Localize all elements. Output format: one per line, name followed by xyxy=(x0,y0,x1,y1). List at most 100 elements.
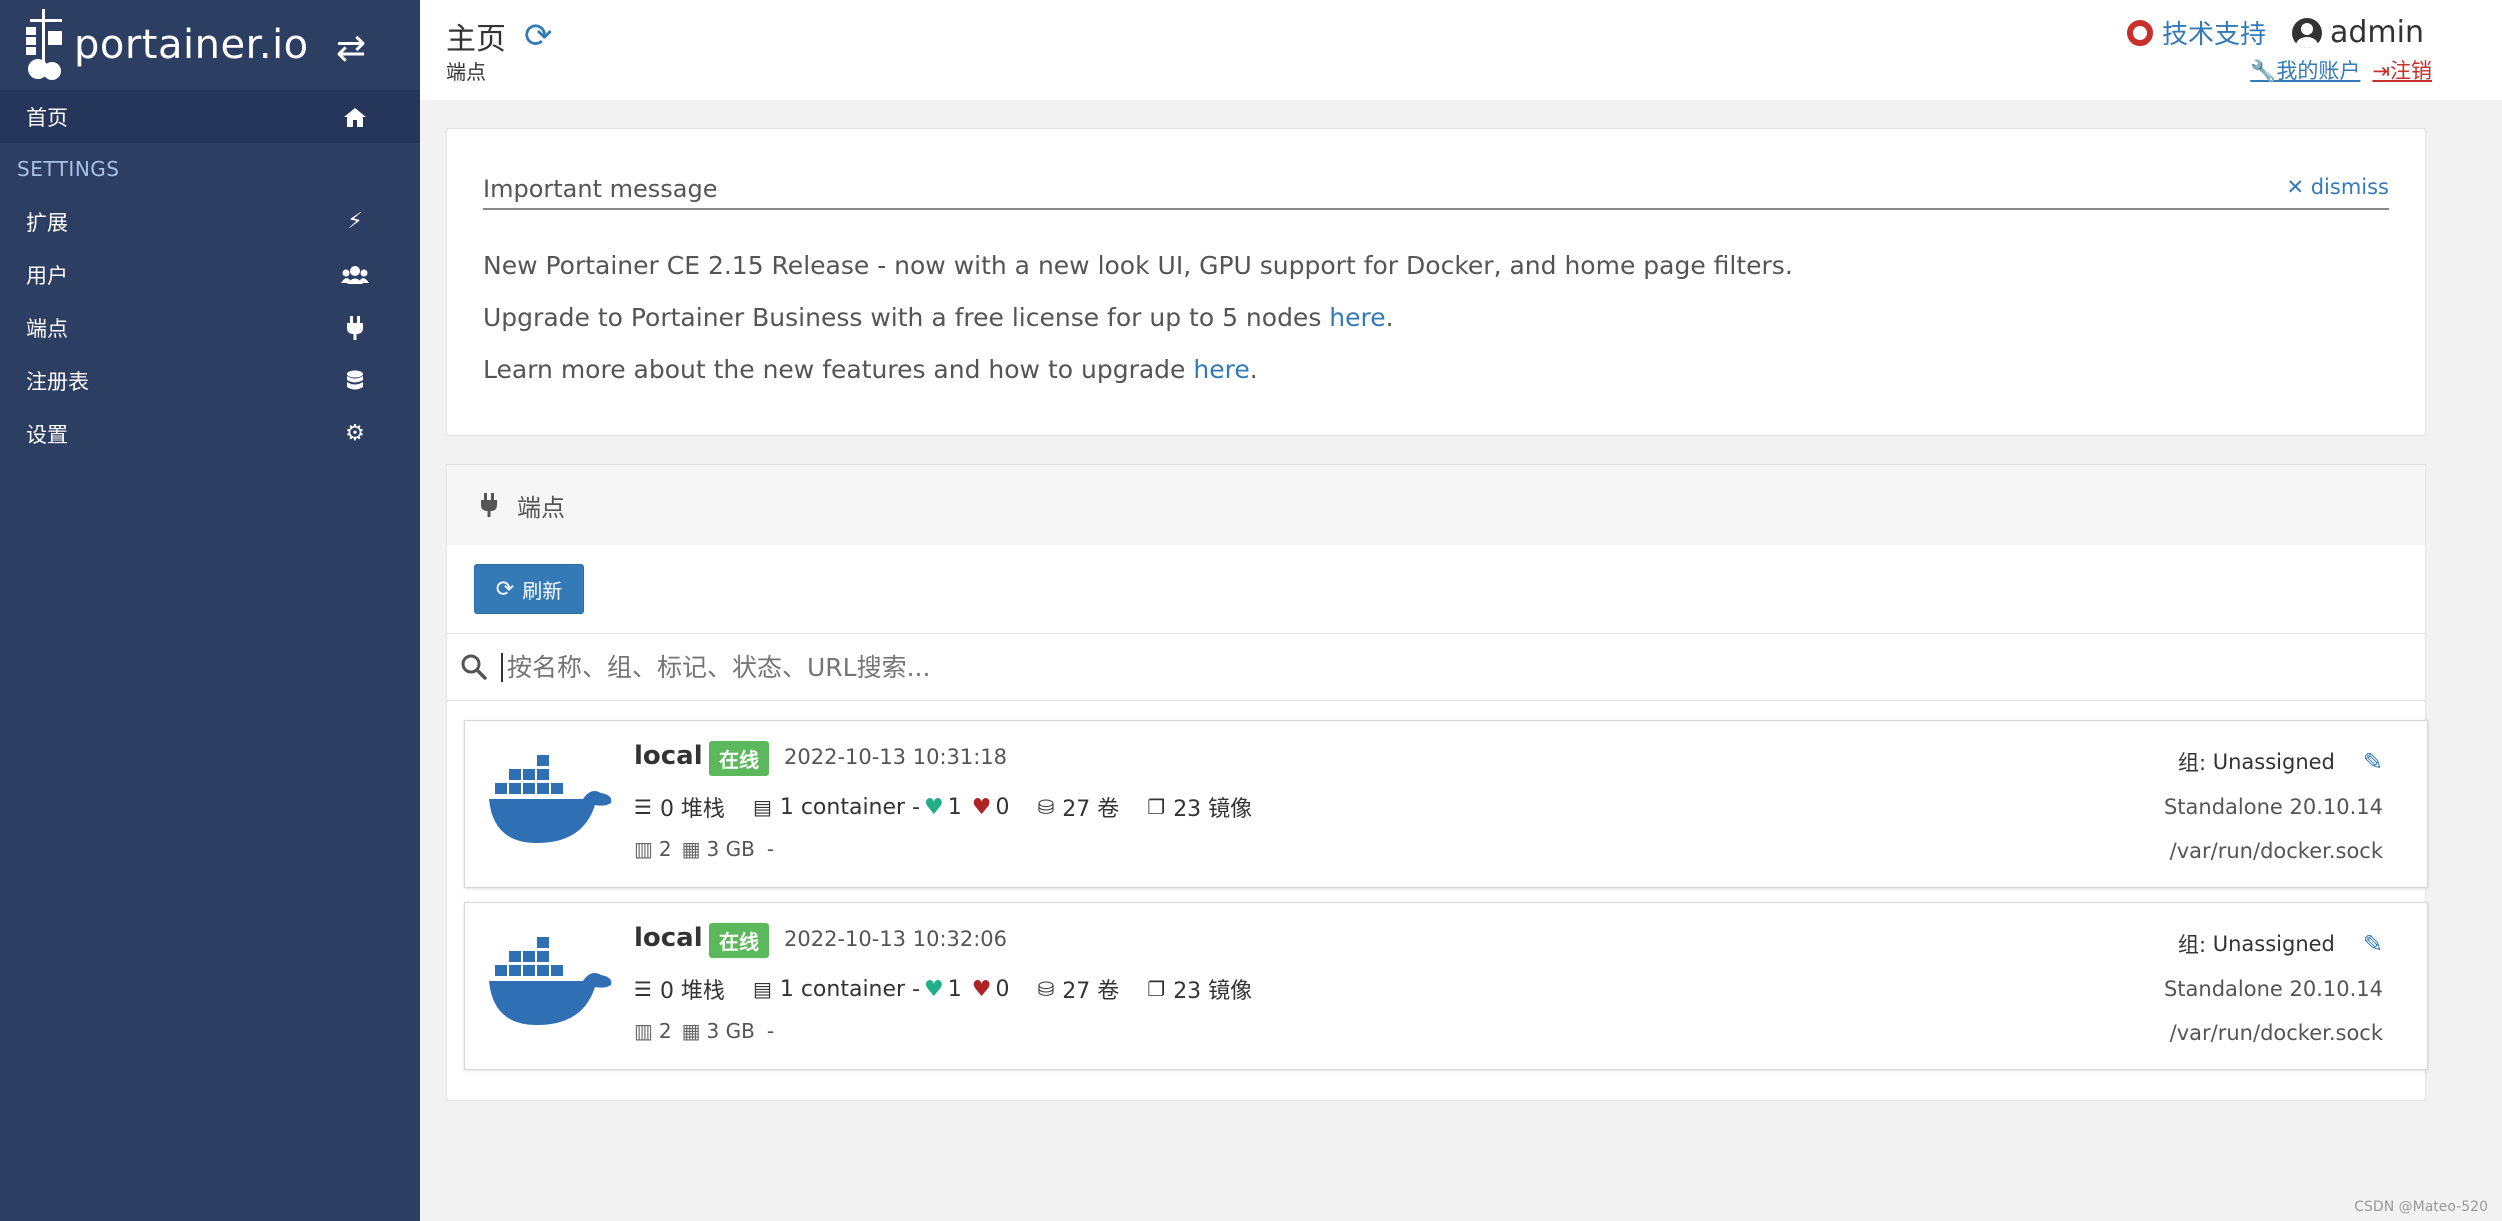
support-label: 技术支持 xyxy=(2161,20,2266,50)
plug-icon xyxy=(481,493,497,517)
brand-name[interactable]: portainer.io xyxy=(74,22,309,68)
healthy-count: 1 xyxy=(947,794,962,820)
memory-size: 3 GB xyxy=(706,837,755,861)
message-line: New Portainer CE 2.15 Release - now with… xyxy=(483,251,1793,280)
user-links: 🔧我的账户 ⇥注销 xyxy=(2250,55,2432,85)
period: . xyxy=(1385,303,1394,332)
main-content: Important message ✕ dismiss New Portaine… xyxy=(420,100,2502,1221)
sidebar: portainer.io ⇄ 首页 SETTINGS 扩展 ⚡ 用户 端点 注册… xyxy=(0,0,420,1221)
home-icon xyxy=(344,107,366,127)
unhealthy-count: 0 xyxy=(995,794,1010,820)
page-title-text: 主页 xyxy=(446,22,506,57)
heartbeat-icon: ♥ xyxy=(924,976,944,1002)
group-name: Unassigned xyxy=(2212,932,2335,956)
logout-label: 注销 xyxy=(2390,59,2432,83)
sidebar-item-home[interactable]: 首页 xyxy=(0,90,420,143)
volumes-stat: ⛁ 27 卷 xyxy=(1037,791,1119,823)
endpoints-panel-header: 端点 xyxy=(447,465,2425,545)
endpoint-card[interactable]: local 在线 2022-10-13 10:31:18 ☰ 0 堆栈 ▤ 1 co… xyxy=(464,720,2428,888)
refresh-icon: ⟳ xyxy=(495,576,515,602)
group-label: 组: xyxy=(2177,933,2207,957)
portainer-logo-icon[interactable] xyxy=(24,7,68,83)
images-stat: ❐ 23 镜像 xyxy=(1147,791,1252,823)
endpoint-timestamp: 2022-10-13 10:31:18 xyxy=(784,745,1008,769)
endpoints-panel: 端点 ⟳ 刷新 local 在线 2022-10-13 10:31:18 xyxy=(446,464,2428,1101)
memory-size: 3 GB xyxy=(706,1019,755,1043)
images-count: 23 镜像 xyxy=(1173,797,1253,822)
dismiss-button[interactable]: ✕ dismiss xyxy=(2286,175,2389,199)
server-icon: ▤ xyxy=(752,795,772,819)
sidebar-item-extensions[interactable]: 扩展 ⚡ xyxy=(0,195,420,248)
containers-count: 1 container - xyxy=(779,976,921,1002)
period: . xyxy=(1249,355,1258,384)
business-link[interactable]: here xyxy=(1329,303,1385,332)
sidebar-item-users[interactable]: 用户 xyxy=(0,248,420,301)
group-label: 组: xyxy=(2177,751,2207,775)
containers-stat: ▤ 1 container - xyxy=(753,977,920,1002)
users-icon xyxy=(341,265,369,284)
toggle-sidebar-icon[interactable]: ⇄ xyxy=(336,28,366,69)
breadcrumb: 端点 xyxy=(446,60,486,84)
sidebar-item-registries[interactable]: 注册表 xyxy=(0,354,420,407)
healthy-count: 1 xyxy=(947,976,962,1002)
username: admin xyxy=(2330,15,2424,50)
group-name: Unassigned xyxy=(2212,750,2335,774)
endpoint-type: Standalone 20.10.14 xyxy=(2163,977,2383,1001)
containers-stat: ▤ 1 container - xyxy=(753,795,920,820)
sidebar-item-settings[interactable]: 设置 ⚙ xyxy=(0,407,420,460)
heartbeat-bad-icon: ♥ xyxy=(971,976,992,1002)
logout-link[interactable]: ⇥注销 xyxy=(2372,55,2432,85)
search-icon xyxy=(461,654,487,680)
user-area: 技术支持 admin xyxy=(2126,14,2424,51)
sidebar-item-endpoints[interactable]: 端点 xyxy=(0,301,420,354)
edit-icon[interactable]: ✎ xyxy=(2363,930,2383,958)
support-link[interactable]: 技术支持 xyxy=(2126,14,2266,51)
heartbeat-bad-icon: ♥ xyxy=(971,794,992,820)
page-header: 主页 ⟳ 端点 技术支持 admin 🔧我的账户 ⇥注销 xyxy=(420,0,2502,100)
watermark: CSDN @Mateo-520 xyxy=(2354,1199,2488,1215)
stacks-count: 0 堆栈 xyxy=(659,979,725,1004)
message-line: Upgrade to Portainer Business with a fre… xyxy=(483,303,1394,332)
refresh-icon[interactable]: ⟳ xyxy=(524,16,553,56)
cpu-icon: ▥ xyxy=(634,837,653,861)
refresh-button[interactable]: ⟳ 刷新 xyxy=(474,564,584,614)
status-badge: 在线 xyxy=(709,741,769,776)
endpoint-timestamp: 2022-10-13 10:32:06 xyxy=(784,927,1008,951)
images-stat: ❐ 23 镜像 xyxy=(1147,973,1252,1005)
dismiss-label: dismiss xyxy=(2310,175,2389,199)
cpu-count: 2 xyxy=(658,837,672,861)
endpoint-stats: ☰ 0 堆栈 ▤ 1 container - ♥ 1 ♥ 0 ⛁ 27 卷 ❐ 23 镜像 xyxy=(634,973,1280,1005)
user-circle-icon xyxy=(2292,17,2322,48)
list-icon: ☰ xyxy=(634,977,652,1001)
list-icon: ☰ xyxy=(634,795,652,819)
endpoint-url: /var/run/docker.sock xyxy=(2169,1021,2383,1045)
edit-icon[interactable]: ✎ xyxy=(2363,748,2383,776)
endpoint-stats: ☰ 0 堆栈 ▤ 1 container - ♥ 1 ♥ 0 ⛁ 27 卷 ❐ 23 镜像 xyxy=(634,791,1280,823)
plug-icon xyxy=(347,315,363,340)
message-line-text: Upgrade to Portainer Business with a fre… xyxy=(483,303,1330,332)
separator-dash: - xyxy=(766,837,775,861)
unhealthy-count: 0 xyxy=(995,976,1010,1002)
images-count: 23 镜像 xyxy=(1173,979,1253,1004)
memory-icon: ▦ xyxy=(681,837,701,861)
clone-icon: ❐ xyxy=(1147,795,1166,819)
clone-icon: ❐ xyxy=(1147,977,1166,1001)
endpoint-name: local xyxy=(634,741,703,771)
endpoint-name: local xyxy=(634,923,703,953)
my-account-link[interactable]: 🔧我的账户 xyxy=(2250,55,2360,85)
endpoint-group: 组: Unassigned ✎ xyxy=(2178,747,2383,777)
sidebar-item-label: 设置 xyxy=(26,422,68,447)
cogs-icon: ⚙ xyxy=(345,421,365,446)
my-account-label: 我的账户 xyxy=(2276,59,2361,83)
upgrade-link[interactable]: here xyxy=(1193,355,1249,384)
cpu-count: 2 xyxy=(658,1019,672,1043)
sidebar-item-label: 扩展 xyxy=(26,210,68,235)
endpoint-type: Standalone 20.10.14 xyxy=(2163,795,2383,819)
cubes-icon: ⛁ xyxy=(1037,977,1055,1001)
server-icon: ▤ xyxy=(752,977,772,1001)
endpoint-card[interactable]: local 在线 2022-10-13 10:32:06 ☰ 0 堆栈 ▤ 1 co… xyxy=(464,902,2428,1070)
brand: portainer.io ⇄ xyxy=(0,0,420,90)
volumes-stat: ⛁ 27 卷 xyxy=(1037,973,1119,1005)
message-title: Important message ✕ dismiss xyxy=(483,175,2389,210)
search-input[interactable] xyxy=(501,652,2101,682)
